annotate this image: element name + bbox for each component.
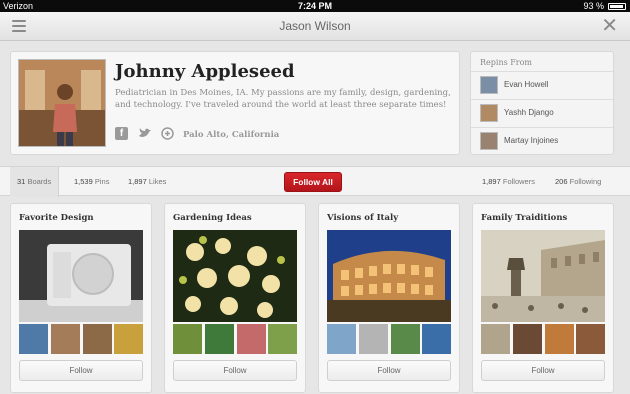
repins-panel: Repins From Evan Howell Yashh Django Mar… xyxy=(470,51,615,155)
followers-count: 1,897 xyxy=(482,177,501,186)
profile-bio: Pediatrician in Des Moines, IA. My passi… xyxy=(115,88,451,110)
tab-boards[interactable]: 31 Boards xyxy=(10,167,60,197)
page-title: Jason Wilson xyxy=(279,19,351,33)
website-icon[interactable] xyxy=(161,127,174,140)
board-card[interactable]: Favorite Design Follow xyxy=(10,203,152,393)
board-thumbnails xyxy=(173,324,297,354)
board-card[interactable]: Family Traiditions Follow xyxy=(472,203,614,393)
repin-user-name: Evan Howell xyxy=(504,80,549,89)
stats-bar: 31 Boards 1,539 Pins 1,897 Likes Follow … xyxy=(0,166,630,197)
following-label: Following xyxy=(569,177,602,186)
board-cover-image xyxy=(19,230,143,322)
top-bar: Jason Wilson ✕ xyxy=(0,12,630,41)
board-thumbnails xyxy=(327,324,451,354)
following-count: 206 xyxy=(555,177,568,186)
board-cover-image xyxy=(481,230,605,322)
likes-label: Likes xyxy=(148,177,167,186)
avatar xyxy=(18,59,106,147)
likes-count: 1,897 xyxy=(128,177,147,186)
facebook-icon[interactable]: f xyxy=(115,127,128,140)
repin-user-name: Martay Injoines xyxy=(504,136,559,145)
avatar xyxy=(480,132,498,150)
repin-user[interactable]: Yashh Django xyxy=(471,99,615,127)
follow-button[interactable]: Follow xyxy=(19,360,143,381)
board-title: Visions of Italy xyxy=(327,213,399,223)
avatar xyxy=(480,104,498,122)
board-thumbnails xyxy=(481,324,605,354)
clock: 7:24 PM xyxy=(297,1,332,11)
board-title: Gardening Ideas xyxy=(173,213,252,223)
tab-pins[interactable]: 1,539 Pins xyxy=(74,167,109,197)
pins-label: Pins xyxy=(94,177,110,186)
board-cover-image xyxy=(327,230,451,322)
boards-count: 31 xyxy=(17,177,26,186)
board-thumbnails xyxy=(19,324,143,354)
repin-user[interactable]: Evan Howell xyxy=(471,71,615,99)
boards-label: Boards xyxy=(27,177,52,186)
board-card[interactable]: Gardening Ideas Follow xyxy=(164,203,306,393)
avatar xyxy=(480,76,498,94)
followers-label: Followers xyxy=(502,177,535,186)
board-card[interactable]: Visions of Italy Follow xyxy=(318,203,460,393)
repin-user[interactable]: Martay Injoines xyxy=(471,127,615,155)
profile-name: Johnny Appleseed xyxy=(115,61,295,82)
pins-count: 1,539 xyxy=(74,177,93,186)
battery-percent: 93 % xyxy=(583,1,604,11)
follow-button[interactable]: Follow xyxy=(481,360,605,381)
follow-button[interactable]: Follow xyxy=(173,360,297,381)
board-cover-image xyxy=(173,230,297,322)
profile-card: Johnny Appleseed Pediatrician in Des Moi… xyxy=(10,51,460,155)
follow-button[interactable]: Follow xyxy=(327,360,451,381)
tab-followers[interactable]: 1,897 Followers xyxy=(482,167,535,197)
tab-likes[interactable]: 1,897 Likes xyxy=(128,167,166,197)
status-bar: Verizon 7:24 PM 93 % xyxy=(0,0,630,12)
board-title: Favorite Design xyxy=(19,213,94,223)
repins-title: Repins From xyxy=(480,58,533,67)
twitter-icon[interactable] xyxy=(138,127,151,140)
battery-icon xyxy=(608,3,626,10)
board-title: Family Traiditions xyxy=(481,213,568,223)
tab-following[interactable]: 206 Following xyxy=(555,167,601,197)
follow-all-button[interactable]: Follow All xyxy=(284,172,342,192)
close-icon[interactable]: ✕ xyxy=(601,16,618,36)
repin-user-name: Yashh Django xyxy=(504,108,554,117)
profile-location: Palo Alto, California xyxy=(183,130,280,140)
